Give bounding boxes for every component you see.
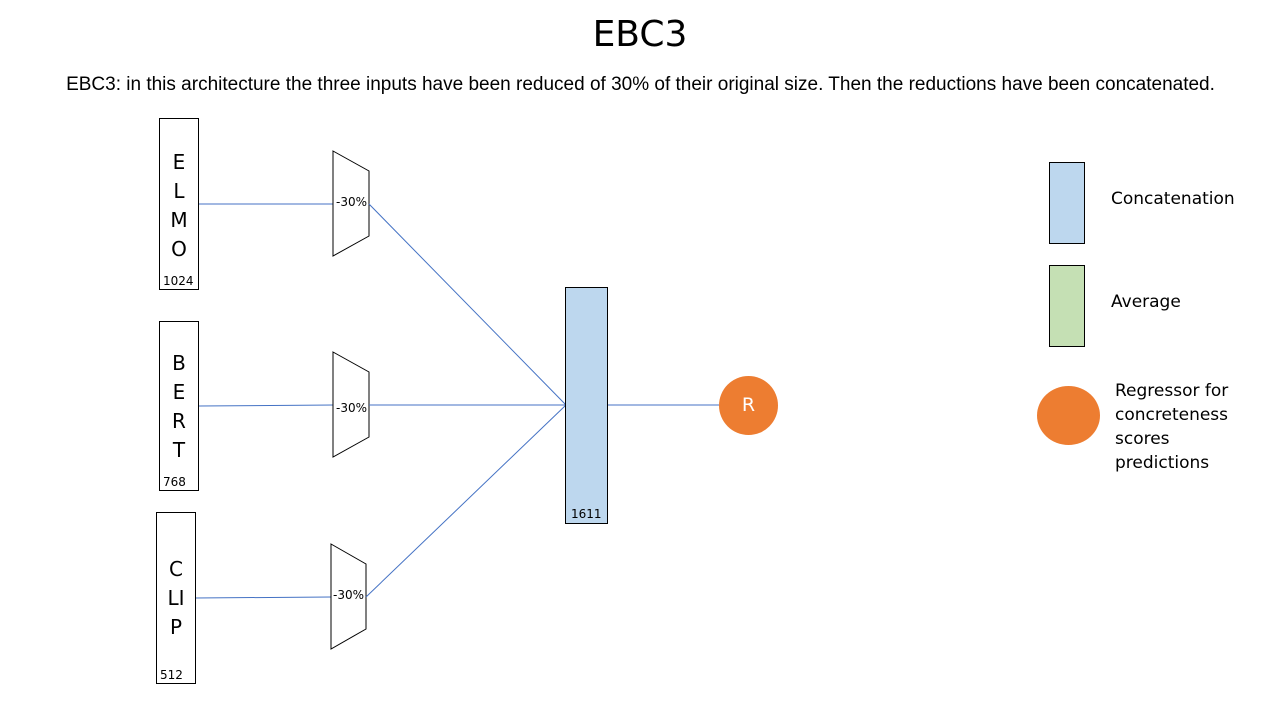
- input-clip-size: 512: [160, 668, 183, 682]
- connector-elmo-concat: [368, 203, 567, 406]
- concatenation-size: 1611: [571, 507, 602, 521]
- input-clip-label: C LI P: [167, 557, 185, 639]
- input-elmo-size: 1024: [163, 274, 194, 288]
- legend-concatenation-label: Concatenation: [1111, 189, 1235, 209]
- legend-regressor-circle: [1037, 386, 1100, 445]
- input-bert-label: B E R T: [172, 351, 186, 462]
- regressor-node: R: [719, 376, 778, 435]
- input-clip: C LI P 512: [156, 512, 196, 684]
- input-bert: B E R T 768: [159, 321, 199, 491]
- connector-clip-concat: [365, 404, 567, 598]
- connector-clip-reducer: [194, 596, 332, 599]
- connector-bert-reducer: [198, 404, 335, 407]
- input-bert-size: 768: [163, 475, 186, 489]
- concatenation-block: 1611: [565, 287, 608, 524]
- reducer-elmo-label: -30%: [336, 195, 368, 209]
- reducer-clip-label: -30%: [333, 588, 365, 602]
- input-elmo-label: E L M O: [170, 150, 188, 261]
- legend-average-swatch: [1049, 265, 1085, 347]
- reducer-bert-label: -30%: [336, 401, 368, 415]
- legend-regressor-label: Regressor for concreteness scores predic…: [1115, 381, 1229, 473]
- input-elmo: E L M O 1024: [159, 118, 199, 290]
- legend-average-label: Average: [1111, 292, 1181, 312]
- legend-concatenation-swatch: [1049, 162, 1085, 244]
